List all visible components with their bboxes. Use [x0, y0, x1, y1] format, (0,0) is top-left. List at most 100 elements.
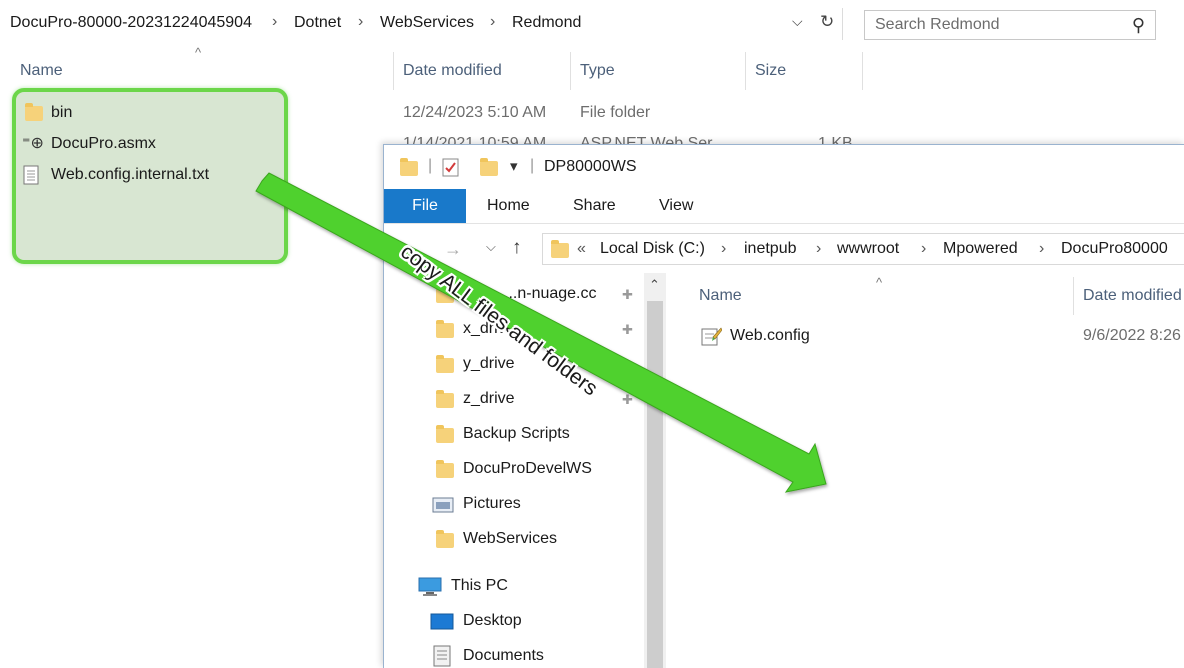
title-bar[interactable]: | ▾ | DP80000WS: [384, 145, 1184, 189]
file-name: Web.config: [730, 327, 810, 344]
nav-item[interactable]: WebServices: [424, 524, 644, 554]
scroll-up-icon[interactable]: ⌃: [649, 277, 660, 293]
nav-item[interactable]: Desktop: [424, 606, 644, 636]
up-arrow-icon[interactable]: ↑: [512, 237, 522, 259]
sort-ascending-icon: ^: [876, 275, 883, 290]
file-date: 9/6/2022 8:26: [1083, 327, 1181, 344]
breadcrumb-item[interactable]: Mpowered: [943, 240, 1018, 258]
breadcrumb-item[interactable]: DocuPro-80000-20231224045904: [10, 14, 252, 32]
scrollbar-thumb[interactable]: [647, 301, 663, 668]
folder-icon: [25, 103, 43, 121]
text-file-icon: [23, 165, 39, 185]
refresh-icon[interactable]: ↻: [820, 12, 834, 32]
folder-icon: [436, 460, 454, 478]
foreground-explorer-window: | ▾ | DP80000WS File Home Share View ← →…: [383, 144, 1184, 668]
file-name: Web.config.internal.txt: [51, 166, 210, 183]
nav-item-label: Desktop: [463, 612, 522, 629]
breadcrumb-item[interactable]: Local Disk (C:): [600, 240, 705, 258]
pin-icon[interactable]: ✚: [622, 392, 633, 408]
file-type: File folder: [580, 104, 651, 121]
folder-icon: [436, 390, 454, 408]
divider: |: [530, 157, 535, 174]
address-bar[interactable]: « Local Disk (C:) › inetpub › wwwroot › …: [542, 233, 1184, 265]
file-name: DocuPro.asmx: [51, 135, 156, 152]
search-box[interactable]: Search Redmond ⚲: [864, 10, 1156, 40]
recent-locations-chevron-icon[interactable]: ⌵: [486, 239, 496, 255]
nav-item-this-pc[interactable]: This PC: [412, 571, 644, 601]
breadcrumb-item[interactable]: Redmond: [512, 14, 581, 32]
nav-item-label: DocuProDevelWS: [463, 460, 592, 477]
column-header-date-modified[interactable]: Date modified: [403, 62, 502, 80]
breadcrumb-item[interactable]: wwwroot: [837, 240, 899, 258]
column-header-type[interactable]: Type: [580, 62, 615, 80]
file-date: 12/24/2023 5:10 AM: [403, 104, 547, 121]
documents-icon: [433, 645, 451, 667]
nav-item-label: Backup Scripts: [463, 425, 570, 442]
search-icon[interactable]: ⚲: [1132, 15, 1145, 36]
file-list: ^ Name Date modified Web.config 9/6/2022…: [674, 273, 1184, 668]
tab-home[interactable]: Home: [487, 197, 530, 215]
column-divider[interactable]: [1073, 277, 1074, 315]
divider: [842, 8, 843, 40]
nav-item-label: Documents: [463, 647, 544, 664]
folder-icon: [436, 320, 454, 338]
column-divider[interactable]: [570, 52, 571, 90]
nav-item-label: ...n-nuage.cc: [504, 285, 597, 302]
column-divider[interactable]: [862, 52, 863, 90]
nav-item-label: WebServices: [463, 530, 557, 547]
breadcrumb-separator-icon: ›: [272, 13, 278, 30]
tab-view[interactable]: View: [659, 197, 693, 215]
column-divider[interactable]: [745, 52, 746, 90]
new-folder-icon[interactable]: [480, 158, 498, 176]
file-row[interactable]: Web.config 9/6/2022 8:26: [696, 321, 1184, 351]
pc-icon: [418, 577, 442, 596]
nav-item[interactable]: Pictures: [424, 489, 644, 519]
file-row[interactable]: bin: [20, 100, 390, 126]
pin-icon[interactable]: ✚: [622, 287, 633, 303]
ribbon-tabs: File Home Share View: [384, 189, 1184, 224]
file-row[interactable]: ⁼⊕ DocuPro.asmx: [20, 131, 390, 157]
nav-item[interactable]: DocuProDevelWS: [424, 454, 644, 484]
nav-item-label: z_drive: [463, 390, 515, 407]
search-input[interactable]: Search Redmond: [875, 16, 1000, 34]
config-file-icon: [701, 327, 722, 346]
column-divider[interactable]: [393, 52, 394, 90]
breadcrumb-separator-icon: ›: [921, 240, 927, 257]
column-header-name[interactable]: Name: [699, 287, 742, 305]
breadcrumb-separator-icon: ›: [721, 240, 727, 257]
customize-toolbar-icon[interactable]: ▾: [510, 157, 518, 175]
tab-file[interactable]: File: [384, 189, 466, 223]
folder-icon: [400, 158, 418, 176]
column-header-date-modified[interactable]: Date modified: [1083, 287, 1182, 305]
breadcrumb-separator-icon: ›: [358, 13, 364, 30]
divider: |: [428, 157, 433, 174]
breadcrumb-separator-icon: ›: [1039, 240, 1045, 257]
file-row[interactable]: Web.config.internal.txt: [20, 162, 390, 188]
column-header-name[interactable]: Name: [20, 62, 63, 80]
breadcrumb-item[interactable]: inetpub: [744, 240, 797, 258]
nav-item-label: y_drive: [463, 355, 515, 372]
nav-item[interactable]: Backup Scripts: [424, 419, 644, 449]
file-name: bin: [51, 104, 73, 121]
folder-icon: [436, 425, 454, 443]
breadcrumb-item[interactable]: WebServices: [380, 14, 474, 32]
folder-icon: [436, 530, 454, 548]
desktop-icon: [430, 613, 454, 630]
pin-icon[interactable]: ✚: [622, 322, 633, 338]
forward-arrow-icon[interactable]: →: [444, 239, 462, 260]
breadcrumb-separator-icon: ›: [490, 13, 496, 30]
properties-icon[interactable]: [442, 158, 460, 178]
pictures-icon: [432, 497, 454, 513]
nav-item[interactable]: Documents: [424, 641, 644, 668]
address-overflow-icon[interactable]: «: [577, 240, 586, 258]
nav-scrollbar[interactable]: ⌃: [644, 273, 666, 668]
chevron-down-icon[interactable]: ⌵: [792, 13, 803, 30]
breadcrumb-separator-icon: ›: [816, 240, 822, 257]
globe-icon: ⁼⊕: [22, 135, 44, 152]
column-header-size[interactable]: Size: [755, 62, 786, 80]
nav-item[interactable]: z_drive ✚: [424, 384, 644, 414]
tab-share[interactable]: Share: [573, 197, 616, 215]
breadcrumb-item[interactable]: DocuPro80000: [1061, 240, 1168, 258]
breadcrumb-item[interactable]: Dotnet: [294, 14, 341, 32]
nav-item-label: This PC: [451, 577, 508, 594]
